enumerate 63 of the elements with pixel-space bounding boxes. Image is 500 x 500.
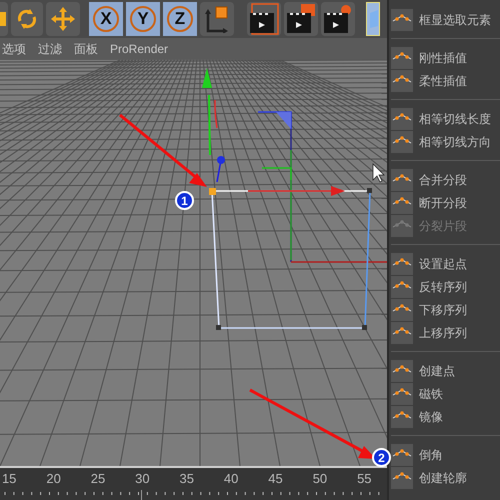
tool-menu-item[interactable]: 柔性插值 [389,69,500,92]
frame-number: 50 [312,470,328,488]
menu-item[interactable]: 面板 [74,40,98,58]
spline-tool-icon [391,444,413,466]
clapperboard-icon [285,3,317,35]
tool-menu-item[interactable]: 框显选取元素 [389,8,500,31]
coordinate-system-button[interactable] [200,2,234,36]
frame-number: 45 [267,470,284,488]
tool-menu-item[interactable]: 合并分段 [389,168,500,191]
tool-menu-item[interactable]: 磁铁 [389,382,500,405]
tool-menu-item[interactable]: 上移序列 [389,321,500,344]
spline-tool-icon [391,130,413,152]
spline-tool-icon [391,322,413,344]
render-settings-button[interactable] [321,2,355,36]
spline-tool-icon [391,466,413,488]
axis-lock-button[interactable]: X [89,2,123,36]
spline-tool-icon [391,8,413,30]
tool-menu-item[interactable]: 反转序列 [389,275,500,298]
frame-number: 25 [90,470,106,488]
rotate-tool-button[interactable] [11,2,43,36]
spline-tool-icon [391,252,413,274]
tool-menu-item[interactable]: 创建点 [389,359,500,382]
move-tool-button[interactable] [46,2,80,36]
axis-lock-button[interactable]: Z [163,2,197,36]
tool-menu-item[interactable]: 相等切线长度 [389,107,500,130]
spline-tool-icon [391,406,413,428]
spline-tool-icon [391,70,413,92]
menu-item[interactable]: ProRender [110,40,168,58]
tool-menu-item[interactable]: 倒角 [389,443,500,466]
rotate-icon [15,7,39,31]
spline-tool-icon [391,108,413,130]
mouse-cursor-icon [372,163,385,182]
tool-menu-item[interactable]: 相等切线方向 [389,130,500,153]
spline-tool-icon [391,360,413,382]
partial-tool-button[interactable] [0,2,8,36]
frame-number: 30 [134,470,151,488]
clapperboard-icon [248,3,280,35]
tool-menu-item[interactable]: 断开分段 [389,191,500,214]
tool-menu-item[interactable]: 刚性插值 [389,46,500,69]
frame-number: 55 [356,470,373,488]
spline-tool-icon [391,192,413,214]
spline-tool-icon [391,298,413,320]
coordinate-system-icon [204,5,230,33]
tool-menu-item[interactable]: 镜像 [389,405,500,428]
spline-tool-icon [391,168,413,190]
tool-menu-item[interactable]: 下移序列 [389,298,500,321]
frame-number: 35 [178,470,195,488]
render-view-button[interactable] [247,2,281,36]
move-icon [51,7,75,31]
axis-lock-button[interactable]: Y [126,2,160,36]
frame-number: 15 [0,470,18,488]
spline-tool-icon [391,276,413,298]
tool-menu-item[interactable]: 创建轮廓 [389,466,500,489]
render-picture-button[interactable] [284,2,318,36]
frame-number: 20 [45,470,62,488]
tool-menu-item[interactable]: 设置起点 [389,252,500,275]
spline-tool-icon [391,382,413,404]
menu-item[interactable]: 过滤 [38,40,62,58]
menu-item[interactable]: 选项 [2,40,26,58]
frame-number: 40 [222,470,240,488]
spline-tool-icon [391,214,413,236]
spline-tool-icon [391,46,413,68]
clapperboard-icon [322,3,354,35]
